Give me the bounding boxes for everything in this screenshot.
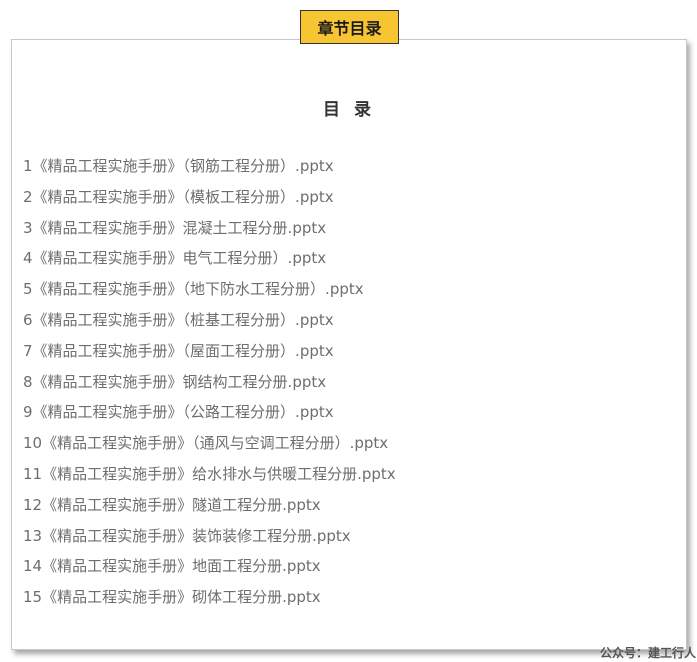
toc-item[interactable]: 15《精品工程实施手册》砌体工程分册.pptx: [23, 582, 396, 613]
toc-item[interactable]: 6《精品工程实施手册》（桩基工程分册）.pptx: [23, 305, 396, 336]
toc-title: 目 录: [323, 100, 375, 120]
toc-item[interactable]: 9《精品工程实施手册》（公路工程分册）.pptx: [23, 397, 396, 428]
toc-item[interactable]: 12《精品工程实施手册》隧道工程分册.pptx: [23, 490, 396, 521]
toc-item[interactable]: 4《精品工程实施手册》电气工程分册）.pptx: [23, 243, 396, 274]
watermark-label: 公众号：建工行人: [599, 646, 696, 660]
toc-item[interactable]: 2《精品工程实施手册》（模板工程分册）.pptx: [23, 182, 396, 213]
toc-item[interactable]: 7《精品工程实施手册》（屋面工程分册）.pptx: [23, 336, 396, 367]
chapter-tag: 章节目录: [300, 10, 399, 44]
toc-item[interactable]: 8《精品工程实施手册》钢结构工程分册.pptx: [23, 367, 396, 398]
toc-item[interactable]: 11《精品工程实施手册》给水排水与供暖工程分册.pptx: [23, 459, 396, 490]
toc-item[interactable]: 3《精品工程实施手册》混凝土工程分册.pptx: [23, 213, 396, 244]
toc-item[interactable]: 13《精品工程实施手册》装饰装修工程分册.pptx: [23, 521, 396, 552]
toc-card: 目 录 1《精品工程实施手册》（钢筋工程分册）.pptx 2《精品工程实施手册》…: [11, 39, 687, 650]
toc-item[interactable]: 14《精品工程实施手册》地面工程分册.pptx: [23, 551, 396, 582]
toc-item[interactable]: 5《精品工程实施手册》（地下防水工程分册）.pptx: [23, 274, 396, 305]
page: 目 录 1《精品工程实施手册》（钢筋工程分册）.pptx 2《精品工程实施手册》…: [0, 0, 697, 662]
toc-list: 1《精品工程实施手册》（钢筋工程分册）.pptx 2《精品工程实施手册》（模板工…: [23, 151, 396, 613]
toc-item[interactable]: 10《精品工程实施手册》（通风与空调工程分册）.pptx: [23, 428, 396, 459]
toc-item[interactable]: 1《精品工程实施手册》（钢筋工程分册）.pptx: [23, 151, 396, 182]
